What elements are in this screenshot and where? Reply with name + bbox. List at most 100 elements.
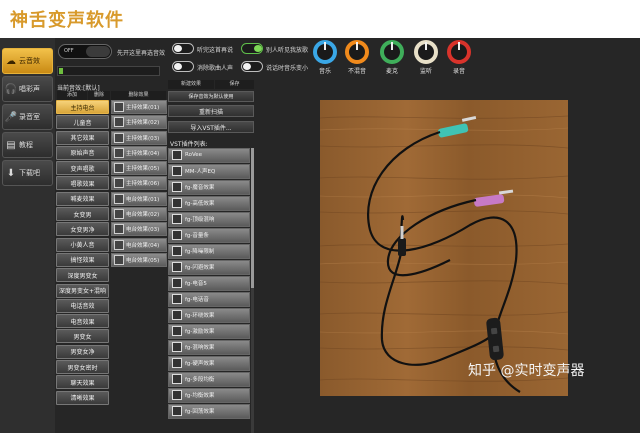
- nav-item-recording-studio[interactable]: 🎤 录音室: [2, 104, 53, 130]
- voice-preset-item[interactable]: 主持电台: [56, 100, 109, 114]
- voice-preset-item[interactable]: 深度男变女+混响: [56, 283, 109, 298]
- effect-checkbox[interactable]: [114, 163, 124, 174]
- voice-preset-item[interactable]: 搞怪效果: [56, 252, 109, 267]
- plugin-checkbox[interactable]: [172, 326, 182, 337]
- effect-item[interactable]: 电台效果(03): [111, 222, 167, 237]
- switch-remove-vocals[interactable]: [172, 61, 194, 72]
- effect-checkbox[interactable]: [114, 239, 124, 250]
- voice-preset-item[interactable]: 深度男变女: [56, 268, 109, 283]
- effect-item[interactable]: 主持效果(06): [111, 176, 167, 191]
- plugin-checkbox[interactable]: [172, 278, 182, 289]
- vst-scrollbar[interactable]: [251, 148, 254, 433]
- vst-plugin-item[interactable]: fg-高低效果: [168, 195, 250, 211]
- vst-scrollbar-thumb[interactable]: [251, 148, 254, 288]
- vst-plugin-item[interactable]: fg-硬声效果: [168, 355, 250, 371]
- vst-plugin-item[interactable]: fg-均衡效果: [168, 387, 250, 403]
- voice-preset-item[interactable]: 喊麦效果: [56, 191, 109, 206]
- effect-item[interactable]: 主持效果(01): [111, 100, 167, 114]
- knob-no-mix[interactable]: 不混音: [344, 38, 370, 78]
- nav-item-sing[interactable]: 🎧 唱彩声: [2, 76, 53, 102]
- nav-item-tutorial[interactable]: ▤ 教程: [2, 132, 53, 158]
- vst-plugin-item[interactable]: fg-闪避效果: [168, 259, 250, 275]
- switch-duck-music[interactable]: [241, 61, 263, 72]
- voice-preset-item[interactable]: 电音效果: [56, 314, 109, 329]
- switch-others-hear-music[interactable]: [241, 43, 263, 54]
- effect-item[interactable]: 电台效果(05): [111, 252, 167, 267]
- knob-music[interactable]: 音乐: [312, 38, 338, 78]
- effect-item[interactable]: 主持效果(02): [111, 115, 167, 130]
- voice-preset-item[interactable]: 男变女: [56, 329, 109, 344]
- voice-preset-item[interactable]: 变声唱歌: [56, 161, 109, 176]
- effect-item[interactable]: 主持效果(05): [111, 161, 167, 176]
- vst-plugin-item[interactable]: fg-音量条: [168, 227, 250, 243]
- voice-preset-item[interactable]: 聊天效果: [56, 375, 109, 390]
- vst-plugin-item[interactable]: fg-混响效果: [168, 339, 250, 355]
- plugin-checkbox[interactable]: [172, 374, 182, 385]
- new-effect-button[interactable]: 新建效果: [168, 80, 214, 89]
- nav-item-download[interactable]: ⬇ 下载吧: [2, 160, 53, 186]
- vst-plugin-item[interactable]: fg-魔音效果: [168, 179, 250, 195]
- voice-preset-item[interactable]: 原始声音: [56, 145, 109, 160]
- delete-button[interactable]: 删除: [88, 91, 110, 100]
- import-vst-button[interactable]: 导入VST插件...: [168, 121, 254, 133]
- add-button[interactable]: 添加: [57, 91, 87, 100]
- plugin-checkbox[interactable]: [172, 166, 182, 177]
- vst-plugin-item[interactable]: fg-激励效果: [168, 323, 250, 339]
- knob-mic[interactable]: 麦克: [379, 38, 405, 78]
- effect-item[interactable]: 主持效果(03): [111, 130, 167, 145]
- plugin-checkbox[interactable]: [172, 406, 182, 417]
- effect-item[interactable]: 电台效果(01): [111, 191, 167, 206]
- plugin-checkbox[interactable]: [172, 342, 182, 353]
- plugin-checkbox[interactable]: [172, 198, 182, 209]
- plugin-checkbox[interactable]: [172, 358, 182, 369]
- effect-item[interactable]: 主持效果(04): [111, 145, 167, 160]
- vst-plugin-item[interactable]: fg-电话音: [168, 291, 250, 307]
- vst-plugin-item[interactable]: fg-顶级混响: [168, 211, 250, 227]
- vst-plugin-item[interactable]: fg-降噪限制: [168, 243, 250, 259]
- voice-preset-item[interactable]: 男变女密时: [56, 360, 109, 375]
- effect-item[interactable]: 电台效果(04): [111, 237, 167, 252]
- voice-preset-item[interactable]: 清晰效果: [56, 390, 109, 405]
- effect-checkbox[interactable]: [114, 102, 124, 112]
- nav-item-cloud-effects[interactable]: ☁ 云音效: [2, 48, 53, 74]
- plugin-checkbox[interactable]: [172, 294, 182, 305]
- knob-monitor[interactable]: 监听: [413, 38, 439, 78]
- main-voice-toggle[interactable]: OFF: [58, 44, 112, 59]
- voice-preset-item[interactable]: 女变男净: [56, 222, 109, 237]
- vst-plugin-item[interactable]: RoVee: [168, 148, 250, 163]
- vst-plugin-item[interactable]: MM-人声EQ: [168, 163, 250, 179]
- plugin-checkbox[interactable]: [172, 230, 182, 241]
- voice-preset-item[interactable]: 电话音效: [56, 298, 109, 313]
- effect-checkbox[interactable]: [114, 254, 124, 265]
- save-button[interactable]: 保存: [215, 80, 254, 89]
- delete-effect-button[interactable]: 删除效果: [111, 91, 166, 100]
- effect-checkbox[interactable]: [114, 193, 124, 204]
- plugin-checkbox[interactable]: [172, 262, 182, 273]
- plugin-checkbox[interactable]: [172, 150, 182, 161]
- voice-preset-item[interactable]: 男变女净: [56, 344, 109, 359]
- voice-preset-item[interactable]: 唱歌效果: [56, 176, 109, 191]
- voice-preset-item[interactable]: 其它效果: [56, 130, 109, 145]
- vst-plugin-item[interactable]: fg-回荡效果: [168, 403, 250, 419]
- effect-checkbox[interactable]: [114, 147, 124, 158]
- voice-preset-item[interactable]: 小黄人音: [56, 237, 109, 252]
- switch-finish-song[interactable]: [172, 43, 194, 54]
- effect-checkbox[interactable]: [114, 117, 124, 128]
- plugin-checkbox[interactable]: [172, 182, 182, 193]
- save-as-default-button[interactable]: 保存音效为默认使用: [168, 91, 254, 102]
- plugin-checkbox[interactable]: [172, 390, 182, 401]
- effect-checkbox[interactable]: [114, 209, 124, 220]
- vst-plugin-item[interactable]: fg-多段均衡: [168, 371, 250, 387]
- effect-item[interactable]: 电台效果(02): [111, 207, 167, 222]
- vst-plugin-item[interactable]: fg-环绕效果: [168, 307, 250, 323]
- effect-checkbox[interactable]: [114, 224, 124, 235]
- voice-preset-item[interactable]: 儿童音: [56, 115, 109, 130]
- effect-checkbox[interactable]: [114, 132, 124, 143]
- effect-checkbox[interactable]: [114, 178, 124, 189]
- plugin-checkbox[interactable]: [172, 214, 182, 225]
- knob-record[interactable]: 录音: [446, 38, 472, 78]
- voice-preset-item[interactable]: 女变男: [56, 207, 109, 222]
- vst-plugin-item[interactable]: fg-电音5: [168, 275, 250, 291]
- plugin-checkbox[interactable]: [172, 246, 182, 257]
- rescan-button[interactable]: 重新扫描: [168, 105, 254, 117]
